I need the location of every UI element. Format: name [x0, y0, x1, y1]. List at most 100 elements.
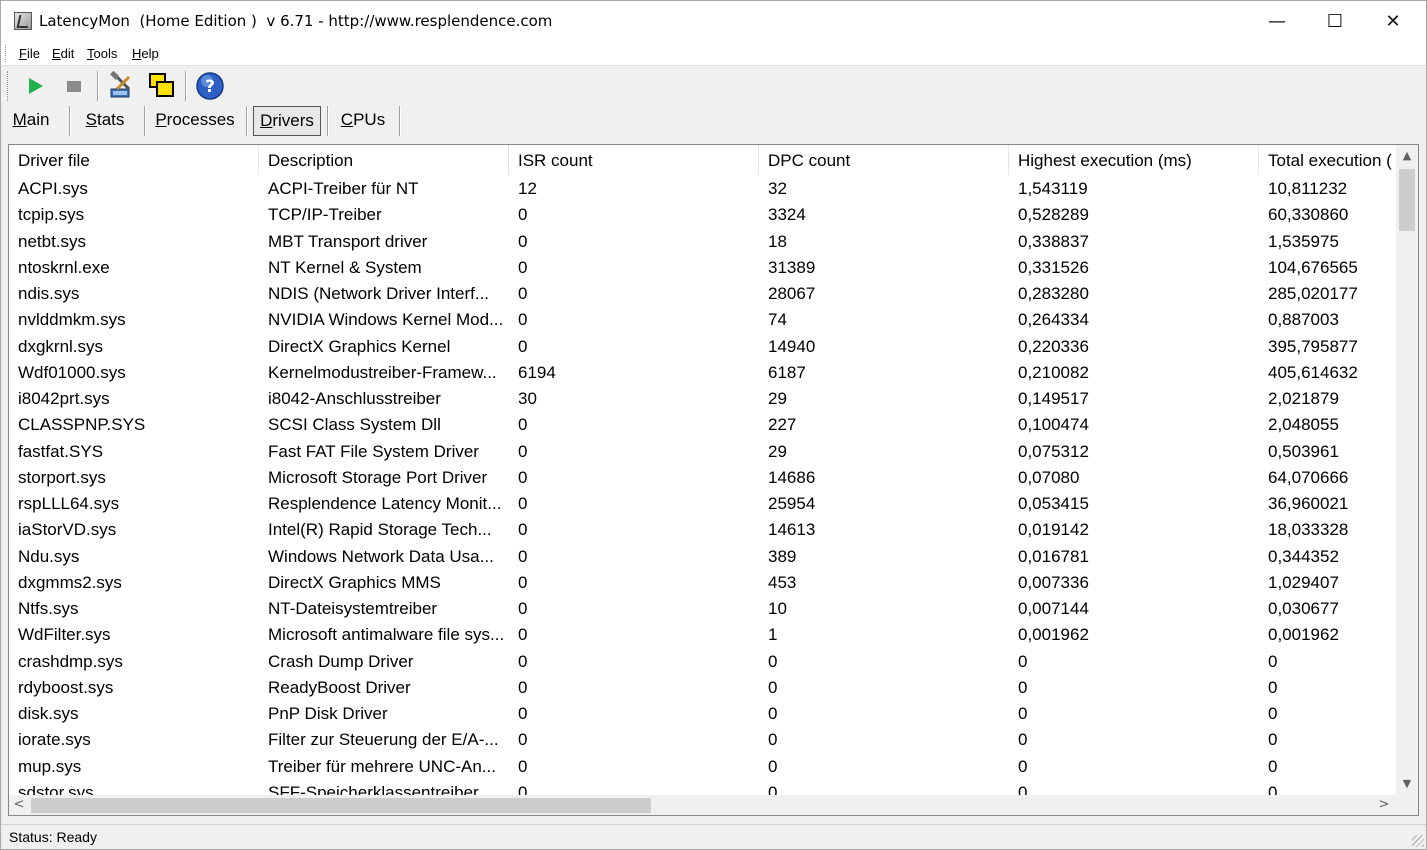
- cell-highest-execution: 0: [1018, 756, 1028, 776]
- cell-driver-file: crashdmp.sys: [18, 651, 123, 671]
- close-button[interactable]: ✕: [1364, 1, 1422, 42]
- cell-description: TCP/IP-Treiber: [268, 205, 382, 225]
- minimize-button[interactable]: —: [1248, 1, 1306, 42]
- cell-total-execution: 1,535975: [1268, 231, 1339, 251]
- cell-isr-count: 0: [518, 520, 528, 540]
- column-header-total-execution[interactable]: Total execution (: [1259, 145, 1396, 175]
- table-row[interactable]: CLASSPNP.SYS SCSI Class System Dll 0 227 0,1…: [9, 412, 1396, 438]
- table-row[interactable]: ntoskrnl.exe NT Kernel & System 0 31389 0,33…: [9, 255, 1396, 281]
- table-row[interactable]: ACPI.sys ACPI-Treiber für NT 12 32 1,543119 1…: [9, 176, 1396, 202]
- scroll-right-icon[interactable]: >: [1374, 795, 1394, 815]
- cell-isr-count: 0: [518, 730, 528, 750]
- table-row[interactable]: rspLLL64.sys Resplendence Latency Monit..…: [9, 491, 1396, 517]
- status-text: Status: Ready: [9, 829, 97, 845]
- title-bar[interactable]: LatencyMon (Home Edition ) v 6.71 - http…: [1, 1, 1426, 42]
- cell-driver-file: fastfat.SYS: [18, 441, 104, 461]
- table-row[interactable]: nvlddmkm.sys NVIDIA Windows Kernel Mod...…: [9, 307, 1396, 333]
- help-icon[interactable]: ?: [195, 71, 225, 101]
- cell-isr-count: 0: [518, 625, 528, 645]
- cell-description: Treiber für mehrere UNC-An...: [268, 756, 496, 776]
- toolbar-grip: [7, 71, 10, 101]
- cell-description: DirectX Graphics MMS: [268, 572, 441, 592]
- play-icon[interactable]: [21, 71, 51, 101]
- cell-driver-file: ACPI.sys: [18, 179, 88, 198]
- tab-separator: [144, 106, 146, 136]
- cell-isr-count: 0: [518, 284, 528, 303]
- cell-driver-file: Ndu.sys: [18, 546, 80, 566]
- menu-help[interactable]: Help: [132, 46, 159, 61]
- table-row[interactable]: storport.sys Microsoft Storage Port Drive…: [9, 465, 1396, 491]
- column-header-description[interactable]: Description: [259, 145, 509, 175]
- menu-file[interactable]: File: [19, 46, 40, 61]
- windows-icon[interactable]: [147, 71, 177, 101]
- table-row[interactable]: fastfat.SYS Fast FAT File System Driver 0 2…: [9, 439, 1396, 465]
- table-row[interactable]: dxgkrnl.sys DirectX Graphics Kernel 0 14940…: [9, 334, 1396, 360]
- cell-description: SCSI Class System Dll: [268, 415, 441, 435]
- tools-icon[interactable]: [107, 70, 137, 101]
- table-row[interactable]: disk.sys PnP Disk Driver 0 0 0 0: [9, 701, 1396, 727]
- scroll-up-icon[interactable]: ▲: [1396, 145, 1418, 167]
- cell-total-execution: 0: [1268, 651, 1278, 671]
- menu-tools[interactable]: Tools: [87, 46, 117, 61]
- cell-highest-execution: 0,283280: [1018, 284, 1089, 303]
- table-row[interactable]: Ndu.sys Windows Network Data Usa... 0 389 0,…: [9, 544, 1396, 570]
- column-header-dpc-count[interactable]: DPC count: [759, 145, 1009, 175]
- column-header-isr-count[interactable]: ISR count: [509, 145, 759, 175]
- horizontal-scrollbar[interactable]: < >: [9, 795, 1396, 815]
- cell-highest-execution: 0,007336: [1018, 572, 1089, 592]
- table-row[interactable]: Ntfs.sys NT-Dateisystemtreiber 0 10 0,007144…: [9, 596, 1396, 622]
- drivers-list[interactable]: Driver file Description ISR count DPC co…: [8, 144, 1419, 816]
- cell-total-execution: 395,795877: [1268, 336, 1358, 356]
- cell-isr-count: 0: [518, 494, 528, 513]
- menu-edit[interactable]: Edit: [52, 46, 74, 61]
- table-row[interactable]: rdyboost.sys ReadyBoost Driver 0 0 0 0: [9, 675, 1396, 701]
- table-row[interactable]: Wdf01000.sys Kernelmodustreiber-Framew...…: [9, 360, 1396, 386]
- cell-isr-count: 0: [518, 704, 528, 723]
- scroll-left-icon[interactable]: <: [9, 795, 29, 815]
- maximize-button[interactable]: ☐: [1306, 1, 1364, 42]
- cell-dpc-count: 29: [768, 389, 787, 408]
- tab-main[interactable]: Main: [5, 105, 57, 137]
- scroll-down-icon[interactable]: ▼: [1396, 773, 1418, 795]
- table-row[interactable]: tcpip.sys TCP/IP-Treiber 0 3324 0,528289 60,3…: [9, 202, 1396, 228]
- horizontal-scroll-thumb[interactable]: [31, 798, 651, 813]
- cell-driver-file: storport.sys: [18, 467, 106, 487]
- table-row[interactable]: dxgmms2.sys DirectX Graphics MMS 0 453 0,007…: [9, 570, 1396, 596]
- cell-highest-execution: 0,053415: [1018, 494, 1089, 513]
- tab-cpus[interactable]: CPUs: [335, 105, 391, 137]
- cell-dpc-count: 0: [768, 651, 778, 671]
- cell-isr-count: 6194: [518, 362, 556, 382]
- cell-isr-count: 0: [518, 546, 528, 566]
- cell-driver-file: Ntfs.sys: [18, 599, 79, 618]
- table-row[interactable]: mup.sys Treiber für mehrere UNC-An... 0 0 0 0: [9, 754, 1396, 780]
- table-row[interactable]: netbt.sys MBT Transport driver 0 18 0,338837…: [9, 229, 1396, 255]
- resize-grip-icon[interactable]: [1412, 835, 1424, 847]
- table-row[interactable]: crashdmp.sys Crash Dump Driver 0 0 0 0: [9, 649, 1396, 675]
- cell-highest-execution: 0,220336: [1018, 336, 1089, 356]
- table-row[interactable]: iaStorVD.sys Intel(R) Rapid Storage Tech.…: [9, 517, 1396, 543]
- column-header-highest-execution[interactable]: Highest execution (ms): [1009, 145, 1259, 175]
- stop-icon[interactable]: [59, 71, 89, 101]
- cell-total-execution: 64,070666: [1268, 467, 1349, 487]
- cell-description: Microsoft Storage Port Driver: [268, 467, 488, 487]
- table-row[interactable]: ndis.sys NDIS (Network Driver Interf... 0 2…: [9, 281, 1396, 307]
- cell-driver-file: rspLLL64.sys: [18, 494, 120, 513]
- cell-total-execution: 0,503961: [1268, 441, 1339, 461]
- toolbar-separator: [97, 71, 99, 101]
- column-header-driver-file[interactable]: Driver file: [9, 145, 259, 175]
- tab-processes[interactable]: Processes: [153, 105, 237, 137]
- table-row[interactable]: iorate.sys Filter zur Steuerung der E/A-.…: [9, 727, 1396, 753]
- table-row[interactable]: WdFilter.sys Microsoft antimalware file s…: [9, 622, 1396, 648]
- cell-driver-file: i8042prt.sys: [18, 389, 110, 408]
- vertical-scroll-thumb[interactable]: [1399, 169, 1415, 231]
- cell-isr-count: 0: [518, 310, 528, 330]
- vertical-scrollbar[interactable]: ▲ ▼: [1396, 145, 1418, 795]
- tab-drivers[interactable]: Drivers: [253, 106, 321, 136]
- cell-dpc-count: 18: [768, 231, 787, 251]
- cell-highest-execution: 0,001962: [1018, 625, 1089, 645]
- cell-dpc-count: 29: [768, 441, 787, 461]
- tab-stats[interactable]: Stats: [77, 105, 133, 137]
- tab-separator: [399, 106, 401, 136]
- table-row[interactable]: i8042prt.sys i8042-Anschlusstreiber 30 29 0,…: [9, 386, 1396, 412]
- cell-isr-count: 0: [518, 441, 528, 461]
